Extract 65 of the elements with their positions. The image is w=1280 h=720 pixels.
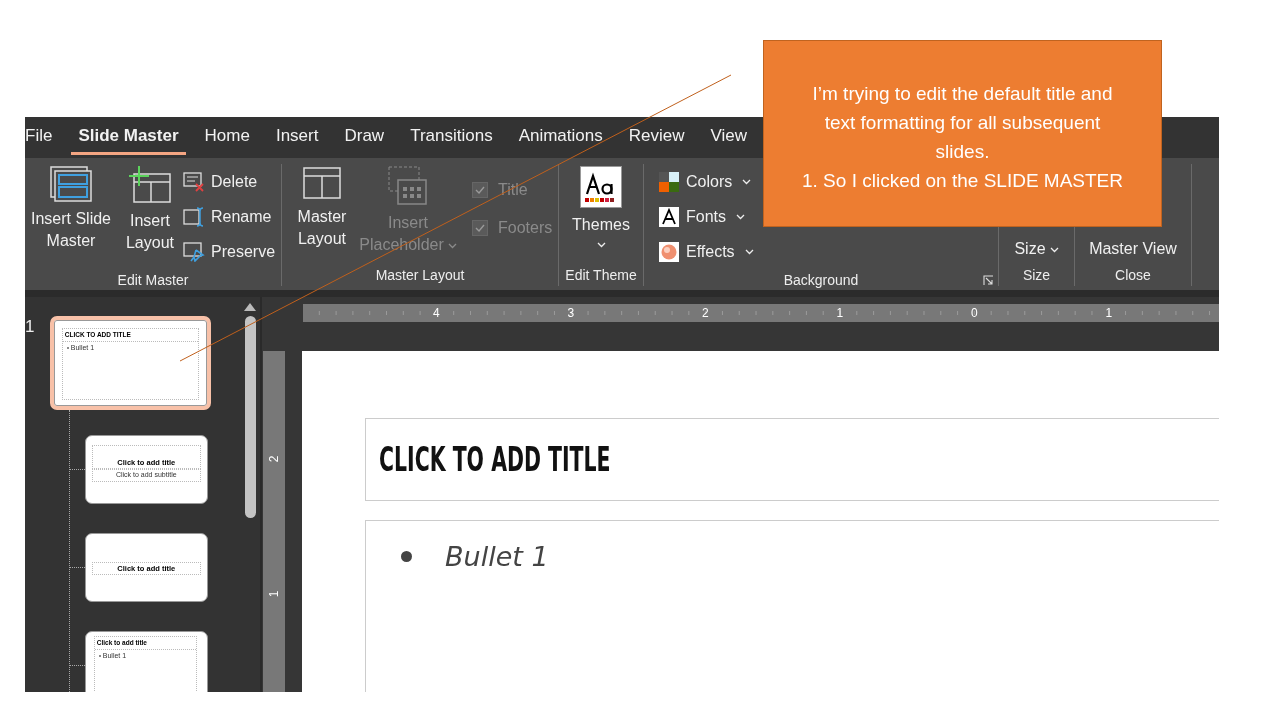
slide-title: CLICK TO ADD TITLE	[379, 440, 611, 479]
ruler-number: 2	[267, 455, 281, 463]
themes-button[interactable]: Themes	[570, 164, 632, 264]
group-label: Edit Master	[116, 271, 190, 290]
caret-icon	[447, 242, 457, 249]
caret-icon	[1049, 246, 1059, 253]
ruler-number: 0	[969, 305, 979, 322]
ribbon-tab[interactable]: Transitions	[403, 120, 500, 155]
group-label: Size	[1021, 266, 1052, 285]
bullet-text: Bullet 1	[445, 541, 549, 572]
command-button[interactable]: Delete	[183, 164, 276, 199]
caret-icon	[742, 178, 752, 185]
ribbon-tab[interactable]: File	[25, 120, 60, 155]
ruler-number: 1	[1104, 305, 1114, 322]
effects-icon	[658, 240, 680, 263]
themes-icon	[580, 166, 622, 208]
command-button[interactable]: Rename	[183, 199, 276, 234]
ruler-number: 4	[431, 305, 441, 322]
caret-icon	[736, 213, 745, 220]
slide-master-icon	[50, 166, 92, 202]
color-swatch-icon	[658, 170, 680, 193]
command-button[interactable]: Colors	[658, 164, 754, 199]
ribbon-tab[interactable]: Slide Master	[71, 120, 186, 155]
group-label: Edit Theme	[564, 266, 638, 285]
group-label: Background	[783, 271, 859, 290]
scrollbar-thumb[interactable]	[244, 316, 256, 518]
content-placeholder[interactable]: Bullet 1	[365, 520, 1219, 692]
ruler-number: 2	[700, 305, 710, 322]
group-label: Master Layout	[374, 266, 466, 285]
callout-text: I’m trying to edit the default title and text formatting for all subsequent slides.	[811, 82, 1114, 164]
dialog-launcher-icon[interactable]	[983, 274, 994, 286]
insert-layout-button[interactable]: Insert Layout	[123, 164, 177, 269]
pin-icon	[183, 241, 205, 262]
callout-text: 1. So I clicked on the SLIDE MASTER	[801, 169, 1124, 193]
insert-layout-icon	[129, 166, 171, 204]
ribbon-tab[interactable]: Insert	[268, 120, 326, 155]
command-button[interactable]: Fonts	[658, 199, 754, 234]
master-layout-button[interactable]: Master Layout	[294, 164, 350, 264]
ruler-number: 1	[835, 305, 845, 322]
ruler-number: 3	[566, 305, 576, 322]
slide-number: 1	[25, 317, 35, 336]
command-button[interactable]: Effects	[658, 234, 754, 269]
scroll-up-icon[interactable]	[244, 303, 257, 311]
check-icon	[475, 186, 485, 194]
placeholder-icon	[388, 166, 428, 206]
rename-icon	[183, 206, 205, 227]
title-placeholder[interactable]: CLICK TO ADD TITLE	[365, 418, 1219, 501]
check-icon	[475, 224, 485, 232]
delete-icon	[183, 171, 205, 192]
font-icon	[658, 205, 680, 228]
slide-size-button[interactable]: Size	[1014, 238, 1059, 260]
layout-icon	[302, 166, 342, 200]
ribbon-tab[interactable]: Review	[621, 120, 692, 155]
ribbon-tab[interactable]: View	[703, 120, 755, 155]
bullet-icon	[401, 551, 412, 562]
insert-slide-master-button[interactable]: Insert Slide Master	[25, 164, 117, 269]
caret-icon	[744, 248, 754, 255]
close-master-view-button[interactable]: Master View	[1089, 238, 1177, 260]
command-button[interactable]: Preserve	[183, 234, 276, 269]
ruler-number: 1	[267, 590, 281, 598]
ribbon-tab[interactable]: Home	[197, 120, 257, 155]
ribbon-tab[interactable]: Animations	[511, 120, 610, 155]
group-label: Close	[1114, 266, 1152, 285]
ribbon-tab[interactable]: Draw	[337, 120, 392, 155]
caret-icon	[596, 242, 606, 248]
